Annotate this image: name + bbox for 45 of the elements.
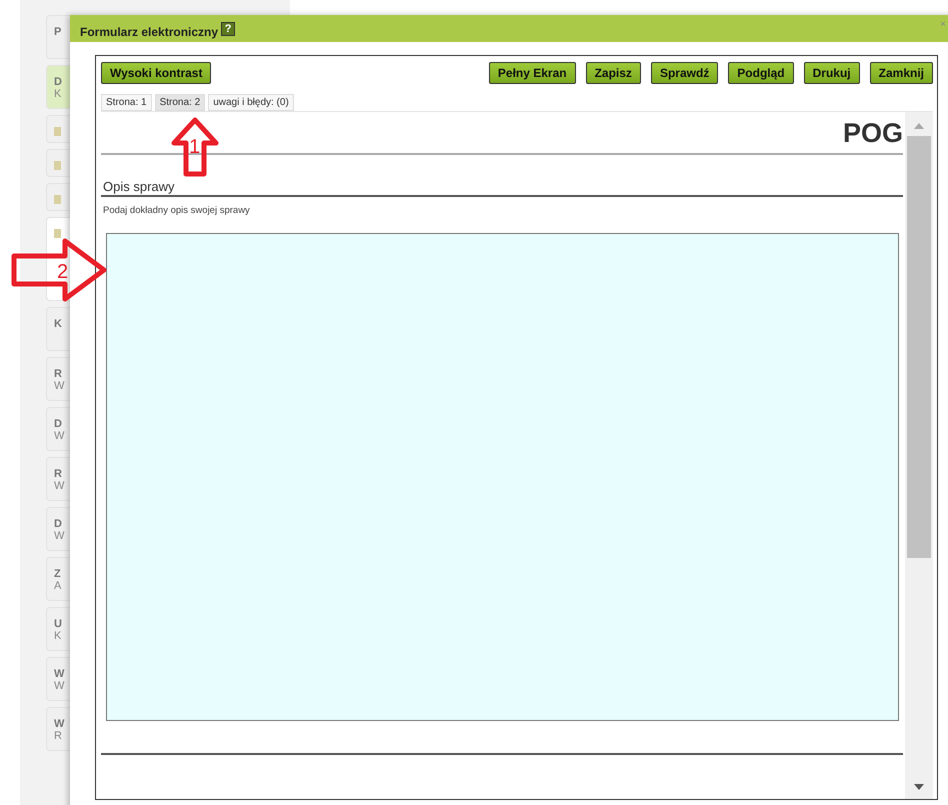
scrollbar-thumb[interactable] [907,136,931,558]
toolbar-button[interactable]: Podgląd [728,62,794,84]
dialog-title: Formularz elektroniczny [80,24,218,38]
toolbar-button[interactable]: Zapisz [586,62,641,84]
card-title: U [54,618,62,630]
card-title: P [54,26,62,38]
toolbar-button[interactable]: Drukuj [804,62,860,84]
card-subtitle: W [54,380,64,392]
card-subtitle: R [54,730,62,742]
document-icon [54,127,61,136]
toolbar-button[interactable]: Sprawdź [650,62,718,84]
help-button[interactable]: ? [221,22,236,36]
card-subtitle: W [54,430,64,442]
card-title: W [54,718,64,730]
annotation-number: 2 [57,261,68,283]
card-title: R [54,368,62,380]
field-hint: Podaj dokładny opis swojej sprawy [103,205,251,216]
card-title: D [54,418,62,430]
card-subtitle: W [54,680,64,692]
card-subtitle: K [54,88,62,100]
page-tab[interactable]: Strona: 1 [101,94,152,111]
contrast-button[interactable]: Wysoki kontrast [101,62,212,84]
card-title: W [54,668,64,680]
scroll-up-icon[interactable] [913,122,925,130]
document-icon [54,195,61,204]
toolbar-button[interactable]: Zamknij [870,62,933,84]
card-title: K [54,318,62,330]
document-icon [54,229,61,238]
card-title: D [54,518,62,530]
section-title: Opis sprawy [101,179,903,197]
scrollbar[interactable] [905,112,933,799]
card-subtitle: W [54,480,64,492]
page-tab[interactable]: uwagi i błędy: (0) [208,94,294,111]
card-subtitle: K [54,630,62,642]
page-tab[interactable]: Strona: 2 [154,94,206,111]
card-title: Z [54,568,61,580]
annotation-number: 1 [189,136,200,158]
description-field[interactable] [106,233,899,721]
card-title: R [54,468,62,480]
card-subtitle: A [54,580,62,592]
card-title: D [54,76,62,88]
card-subtitle: W [54,530,64,542]
document-icon [54,161,61,170]
scroll-down-icon[interactable] [913,783,925,791]
toolbar-button[interactable]: Pełny Ekran [488,62,576,84]
